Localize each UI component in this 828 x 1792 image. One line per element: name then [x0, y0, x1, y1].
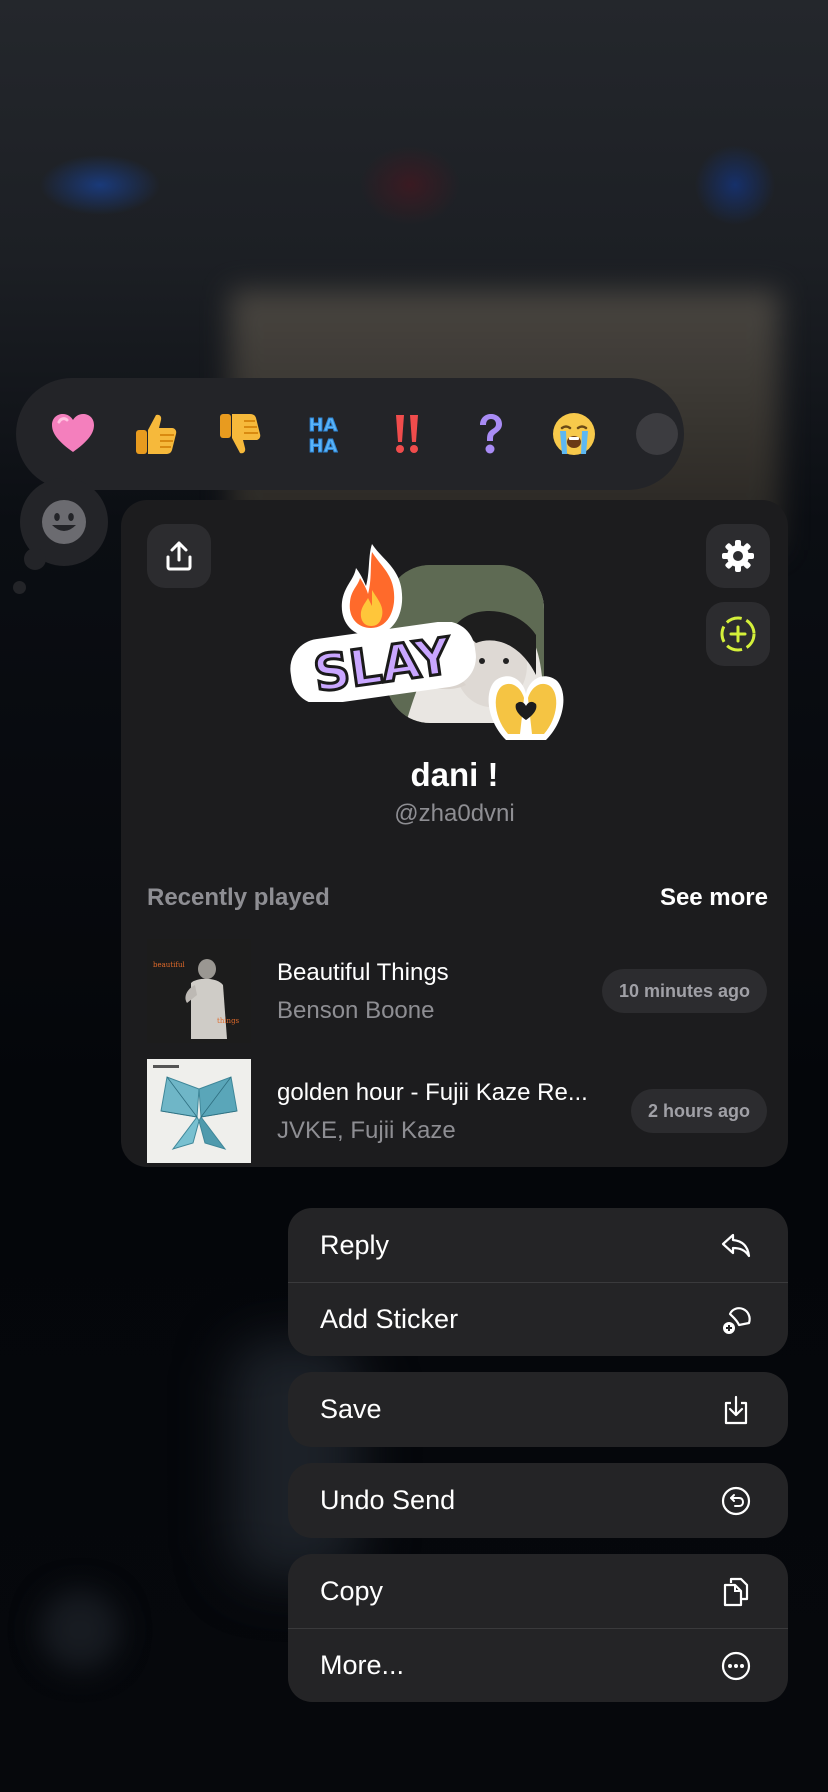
- track-title: golden hour - Fujii Kaze Re...: [277, 1079, 588, 1106]
- reply-arrow-icon: [720, 1229, 752, 1261]
- context-menu: Reply Add Sticker Save Undo Send Copy Mo…: [288, 1208, 788, 1702]
- menu-group: Copy More...: [288, 1554, 788, 1702]
- reaction-question[interactable]: [464, 407, 518, 462]
- bubble-tail: [13, 581, 26, 594]
- reaction-bar: HA HA: [16, 378, 684, 490]
- menu-item-save[interactable]: Save: [288, 1372, 788, 1447]
- share-button[interactable]: [147, 524, 211, 588]
- track-row[interactable]: beautiful things Beautiful Things Benson…: [147, 939, 767, 1043]
- save-download-icon: [720, 1394, 752, 1426]
- track-row[interactable]: golden hour - Fujii Kaze Re... JVKE, Fuj…: [147, 1059, 767, 1163]
- track-artist: JVKE, Fujii Kaze: [277, 1117, 456, 1144]
- menu-item-label: More...: [320, 1650, 405, 1680]
- more-ellipsis-icon: [720, 1650, 752, 1682]
- heart-hands-sticker-icon: [488, 676, 564, 740]
- menu-item-label: Copy: [320, 1575, 384, 1606]
- reaction-haha[interactable]: HA HA: [297, 407, 351, 462]
- menu-item-add-sticker[interactable]: Add Sticker: [288, 1282, 788, 1356]
- settings-button[interactable]: [706, 524, 770, 588]
- add-sticker-icon: [720, 1304, 752, 1336]
- thumbs-up-icon: [136, 414, 177, 454]
- reaction-heart[interactable]: [46, 407, 100, 462]
- profile-name: dani !: [410, 756, 499, 793]
- reaction-crying[interactable]: [547, 407, 601, 462]
- avatar-with-stickers[interactable]: SLAY: [286, 540, 576, 750]
- track-title: Beautiful Things: [277, 959, 449, 986]
- partial-emoji-icon: [636, 413, 679, 455]
- haha-icon: HA HA: [308, 415, 338, 458]
- reaction-thumbs-down[interactable]: [213, 407, 267, 462]
- svg-text:HA: HA: [309, 436, 338, 457]
- menu-item-copy[interactable]: Copy: [288, 1554, 788, 1628]
- svg-text:things: things: [217, 1017, 240, 1025]
- menu-item-label: Save: [320, 1394, 382, 1424]
- pink-heart-icon: [51, 414, 94, 452]
- reaction-thumbs-up[interactable]: [130, 407, 184, 462]
- svg-text:HA: HA: [309, 415, 338, 436]
- thumbs-down-icon: [219, 414, 261, 454]
- menu-group: Reply Add Sticker: [288, 1208, 788, 1356]
- recently-played-title: Recently played: [147, 884, 330, 911]
- reaction-exclamation[interactable]: [380, 407, 434, 462]
- played-time-badge: 10 minutes ago: [601, 969, 767, 1013]
- menu-item-more[interactable]: More...: [288, 1628, 788, 1702]
- blurred-shape: [40, 1590, 120, 1670]
- profile-card: SLAY dani ! @zha0dvni Recently played Se…: [121, 500, 788, 1167]
- smiley-face-icon: [42, 500, 86, 544]
- reaction-more-emoji[interactable]: [631, 407, 685, 462]
- album-cover: [147, 1059, 251, 1163]
- profile-handle: @zha0dvni: [394, 800, 515, 827]
- double-exclamation-icon: [395, 415, 418, 453]
- menu-item-undo-send[interactable]: Undo Send: [288, 1463, 788, 1538]
- question-mark-icon: [480, 414, 503, 454]
- menu-item-reply[interactable]: Reply: [288, 1208, 788, 1282]
- menu-item-label: Undo Send: [320, 1485, 456, 1515]
- screen: HA HA SLAY dani ! @zha0dvni Recently pla…: [0, 0, 828, 1792]
- menu-item-label: Add Sticker: [320, 1304, 459, 1334]
- menu-group: Undo Send: [288, 1463, 788, 1538]
- track-artist: Benson Boone: [277, 997, 435, 1024]
- add-story-icon: [720, 616, 756, 652]
- svg-text:beautiful: beautiful: [153, 961, 185, 969]
- album-cover: beautiful things: [147, 939, 251, 1043]
- menu-item-label: Reply: [320, 1229, 390, 1260]
- copy-icon: [720, 1575, 752, 1607]
- undo-icon: [720, 1485, 752, 1517]
- see-more-link[interactable]: See more: [660, 884, 768, 912]
- played-time-badge: 2 hours ago: [630, 1089, 767, 1133]
- bubble-tail: [24, 548, 46, 570]
- loudly-crying-face-icon: [552, 413, 595, 455]
- gear-icon: [722, 540, 754, 572]
- share-upload-icon: [166, 541, 192, 571]
- slay-sticker: SLAY: [290, 622, 476, 702]
- add-story-button[interactable]: [706, 602, 770, 666]
- menu-group: Save: [288, 1372, 788, 1447]
